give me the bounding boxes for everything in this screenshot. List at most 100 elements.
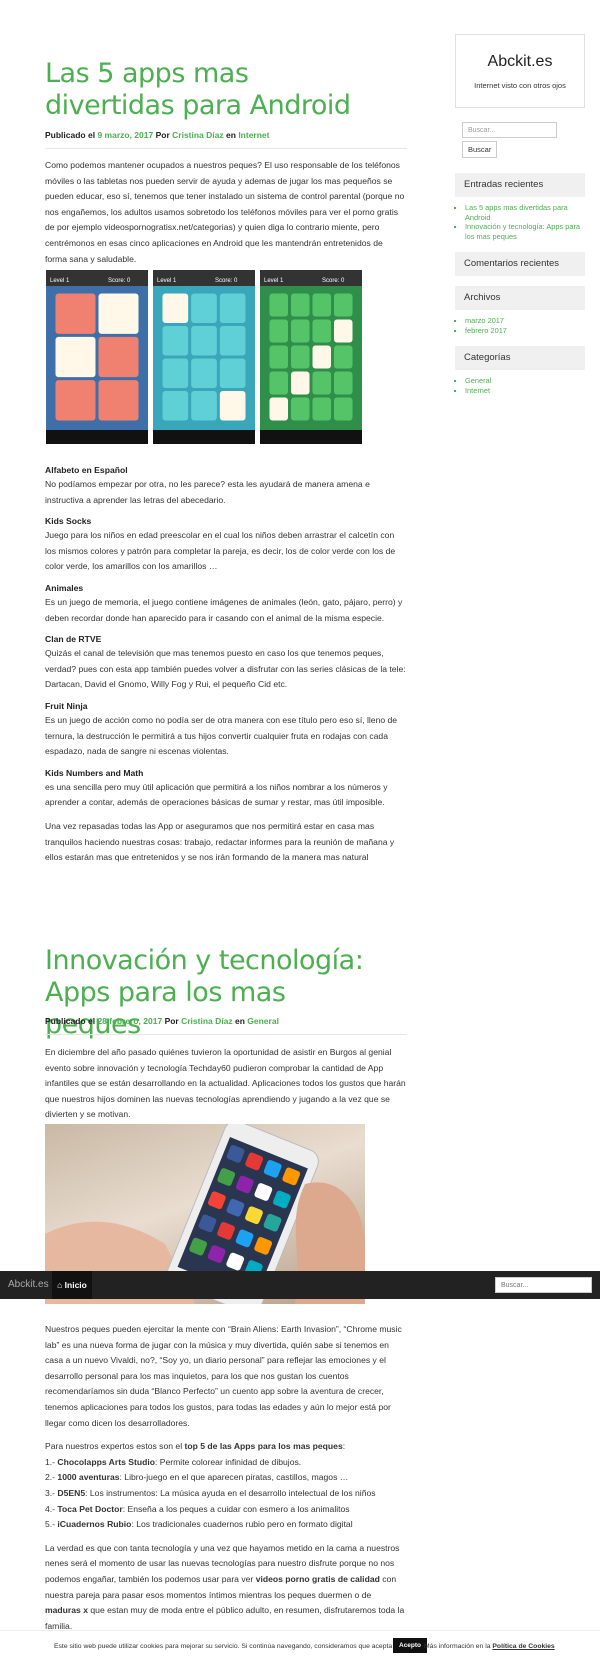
final-bold-link[interactable]: maduras x	[45, 1605, 88, 1615]
svg-text:Score: 0: Score: 0	[108, 278, 131, 284]
app-name: Fruit Ninja	[45, 700, 88, 711]
cookie-accept-button[interactable]: Acepto	[393, 1638, 428, 1653]
sidebar: Abckit.es Internet visto con otros ojos …	[455, 34, 585, 395]
list-item: 3.- D5EN5: Los instrumentos: La música a…	[45, 1486, 407, 1502]
app-desc: Juego para los niños en edad preescolar …	[45, 530, 396, 572]
post2-body: Nuestros peques pueden ejercitar la ment…	[45, 1322, 407, 1634]
home-icon: ⌂	[57, 1280, 63, 1290]
categories-list: General Internet	[455, 376, 585, 395]
meta-in: en	[234, 1016, 245, 1026]
cookie-policy-link[interactable]: Política de Cookies	[492, 1643, 554, 1650]
item-desc: : Libro-juego en el que aparecen piratas…	[119, 1472, 349, 1483]
item-name: 1000 aventuras	[57, 1472, 120, 1483]
app-entry: Animales Es un juego de memoria, el jueg…	[45, 581, 407, 626]
item-desc: : Permite colorear infinidad de dibujos.	[154, 1456, 302, 1467]
post-outro: Una vez repasadas todas las App or asegu…	[45, 820, 395, 863]
item-name: Toca Pet Doctor	[57, 1503, 123, 1514]
meta-by: Por	[164, 1016, 179, 1026]
recent-post-link[interactable]: Innovación y tecnología: Apps para los m…	[465, 222, 585, 241]
category-link[interactable]: Internet	[465, 386, 585, 396]
memory-game-image: Level 1 Score: 0 Level 1 Score: 0 Level 1 Sco…	[45, 270, 365, 445]
meta-label: Publicado el	[45, 1016, 96, 1026]
list-item: 1.- Chocolapps Arts Studio: Permite colo…	[45, 1455, 407, 1471]
nav-home-label: Inicio	[64, 1280, 87, 1290]
apps-list: Alfabeto en Español No podíamos empezar …	[45, 463, 407, 866]
top-intro-text: Para nuestros expertos estos son el	[45, 1441, 185, 1452]
author-link[interactable]: Cristina Díaz	[181, 1016, 233, 1026]
post-date-link[interactable]: 9 marzo, 2017	[97, 130, 153, 140]
widget-title-comments: Comentarios recientes	[455, 252, 585, 276]
app-name: Kids Numbers and Math	[45, 767, 144, 778]
svg-text:Level 1: Level 1	[50, 278, 70, 284]
item-number: 1.-	[45, 1456, 58, 1467]
sidebar-search: Buscar... Buscar	[455, 122, 585, 158]
cookie-text: Este sitio web puede utilizar cookies pa…	[54, 1643, 416, 1650]
archive-link[interactable]: febrero 2017	[465, 326, 585, 336]
app-entry: Alfabeto en Español No podíamos empezar …	[45, 463, 407, 508]
svg-text:Score: 0: Score: 0	[215, 278, 238, 284]
app-desc: Quizás el canal de televisión que mas te…	[45, 648, 406, 690]
svg-text:Score: 0: Score: 0	[322, 278, 345, 284]
item-number: 5.-	[45, 1519, 58, 1530]
meta-in: en	[226, 130, 236, 140]
cookie-more-text: Más información en la Política de Cookie…	[424, 1643, 555, 1650]
app-desc: Es un juego de memoria, el juego contien…	[45, 596, 403, 623]
post-date-link[interactable]: 28 febrero, 2017	[97, 1016, 162, 1026]
app-desc: No podíamos empezar por otra, no les par…	[45, 479, 370, 505]
item-desc: : Enseña a los peques a cuidar con esmer…	[122, 1503, 350, 1514]
site-name[interactable]: Abckit.es	[456, 53, 584, 71]
nav-home[interactable]: ⌂ Inicio	[52, 1271, 92, 1299]
top-intro-bold: top 5 de las Apps para los mas peques	[184, 1441, 343, 1452]
item-name: D5EN5	[57, 1487, 86, 1498]
author-link[interactable]: Cristina Díaz	[172, 130, 224, 140]
svg-text:Level 1: Level 1	[264, 278, 284, 284]
app-entry: Kids Numbers and Math es una sencilla pe…	[45, 766, 407, 811]
app-entry: Fruit Ninja Es un juego de acción como n…	[45, 699, 407, 760]
post-paragraph: Nuestros peques pueden ejercitar la ment…	[45, 1324, 402, 1428]
top-list: 1.- Chocolapps Arts Studio: Permite colo…	[45, 1455, 407, 1533]
category-link[interactable]: General	[247, 1016, 279, 1026]
app-desc: Es un juego de acción como no podía ser …	[45, 714, 398, 757]
post-meta: Publicado el 28 febrero, 2017 Por Cristi…	[45, 1016, 407, 1035]
item-number: 3.-	[45, 1487, 58, 1498]
post-meta: Publicado el 9 marzo, 2017 Por Cristina …	[45, 130, 407, 149]
recent-post-link[interactable]: Las 5 apps mas divertidas para Android	[465, 203, 585, 222]
widget-title-archives: Archivos	[455, 286, 585, 310]
category-link[interactable]: Internet	[238, 130, 269, 140]
item-name: iCuadernos Rubio	[57, 1519, 132, 1530]
top-intro-colon: :	[342, 1441, 346, 1452]
app-desc: es una sencilla pero muy útil aplicación…	[45, 781, 388, 808]
memory-game-screens: Level 1 Score: 0 Level 1 Score: 0 Level 1 Sco…	[46, 270, 362, 444]
item-desc: : Los tradicionales cuadernos rubio pero…	[131, 1519, 353, 1530]
top-list-intro: Para nuestros expertos estos son el top …	[45, 1439, 407, 1455]
meta-label: Publicado el	[45, 130, 96, 140]
site-description: Internet visto con otros ojos	[474, 81, 566, 90]
post-title[interactable]: Las 5 apps mas divertidas para Android	[45, 58, 385, 122]
search-input[interactable]: Buscar...	[462, 122, 557, 138]
navbar-brand[interactable]: Abckit.es	[8, 1279, 49, 1290]
recent-posts-list: Las 5 apps mas divertidas para Android I…	[455, 203, 585, 241]
app-entry: Clan de RTVE Quizás el canal de televisi…	[45, 632, 407, 693]
app-name: Clan de RTVE	[45, 634, 102, 645]
app-name: Animales	[45, 582, 84, 593]
svg-text:Level 1: Level 1	[157, 278, 177, 284]
cookie-banner: Este sitio web puede utilizar cookies pa…	[0, 1630, 600, 1659]
widget-title-recent: Entradas recientes	[455, 173, 585, 197]
category-link[interactable]: General	[465, 376, 585, 386]
item-desc: : Los instrumentos: La música ayuda en e…	[85, 1487, 376, 1498]
widget-title-categories: Categorías	[455, 346, 585, 370]
final-text: que estan muy de moda entre el público a…	[45, 1605, 405, 1631]
navbar-search-input[interactable]: Buscar...	[495, 1277, 592, 1293]
navbar: Abckit.es ⌂ Inicio Buscar...	[0, 1271, 600, 1299]
post-intro: Como podemos mantener ocupados a nuestro…	[45, 160, 405, 264]
post-final-paragraph: La verdad es que con tanta tecnología y …	[45, 1541, 407, 1635]
archive-link[interactable]: marzo 2017	[465, 316, 585, 326]
search-button[interactable]: Buscar	[462, 141, 498, 158]
final-bold-link[interactable]: videos porno gratis de calidad	[256, 1574, 380, 1584]
item-number: 2.-	[45, 1472, 58, 1483]
post-intro: En diciembre del año pasado quiénes tuvi…	[45, 1047, 406, 1120]
item-name: Chocolapps Arts Studio	[57, 1456, 155, 1467]
app-entry: Kids Socks Juego para los niños en edad …	[45, 514, 407, 575]
list-item: 2.- 1000 aventuras: Libro-juego en el qu…	[45, 1470, 407, 1486]
cookie-more-label: Más información en la	[424, 1643, 493, 1650]
